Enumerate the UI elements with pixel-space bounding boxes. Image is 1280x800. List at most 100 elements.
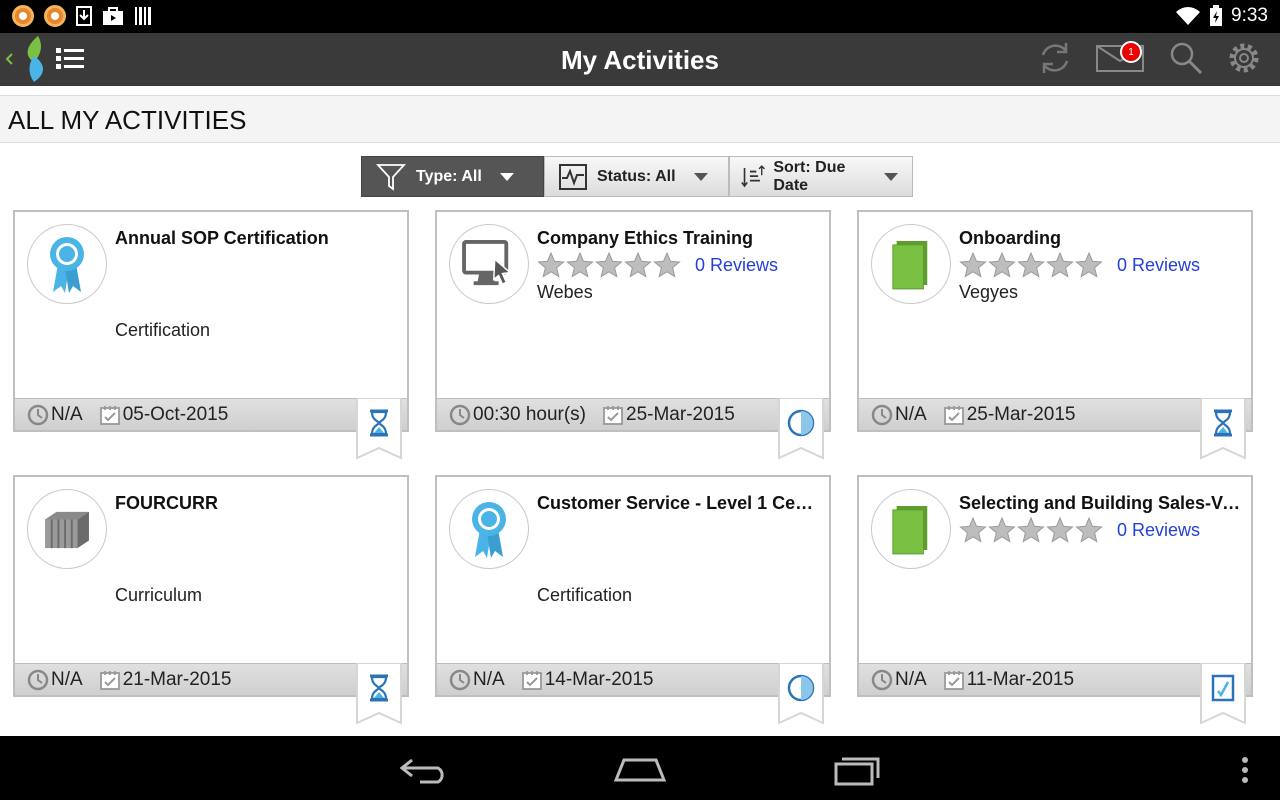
due-date: 05-Oct-2015: [122, 403, 229, 425]
activity-title: Customer Service - Level 1 Certification: [537, 493, 819, 513]
activity-card[interactable]: Onboarding 0 Reviews Vegyes N/A 25-Mar-2…: [857, 210, 1253, 432]
duration: N/A: [895, 668, 927, 690]
chevron-down-icon: [693, 172, 708, 181]
hourglass-icon: [355, 398, 403, 460]
sort-dropdown[interactable]: Sort: Due Date: [729, 156, 913, 197]
star-icon: [566, 252, 594, 278]
activity-type: Curriculum: [115, 585, 203, 605]
overflow-menu-icon[interactable]: [1240, 756, 1250, 784]
reviews-link[interactable]: 0 Reviews: [1117, 255, 1200, 276]
clock-icon: [27, 404, 49, 426]
due-date: 25-Mar-2015: [626, 403, 735, 425]
star-icon: [1046, 517, 1074, 543]
star-rating: [959, 252, 1103, 278]
activity-title: Company Ethics Training: [537, 228, 754, 248]
activity-title: Selecting and Building Sales-Value: [959, 493, 1241, 513]
hourglass-icon: [1199, 398, 1247, 460]
book-icon: [871, 489, 951, 569]
star-icon: [1017, 252, 1045, 278]
activity-card[interactable]: Customer Service - Level 1 Certification…: [435, 475, 831, 697]
star-icon: [959, 252, 987, 278]
store-icon: [103, 7, 123, 25]
type-filter-label: Type: All: [416, 167, 482, 185]
calendar-icon: [99, 669, 121, 691]
star-icon: [1017, 517, 1045, 543]
type-filter-dropdown[interactable]: Type: All: [361, 156, 544, 197]
due-date: 14-Mar-2015: [544, 668, 654, 690]
activity-card[interactable]: Annual SOP Certification Certification N…: [13, 210, 409, 432]
clock-icon: [27, 669, 49, 691]
star-icon: [624, 252, 652, 278]
ribbon-icon: [449, 489, 529, 569]
filter-bar: Type: All Status: All Sort: Due Date: [361, 156, 913, 197]
duration: N/A: [473, 668, 505, 690]
battery-icon: [1210, 5, 1223, 26]
reviews-link[interactable]: 0 Reviews: [695, 255, 778, 276]
action-bar: My Activities 1: [0, 33, 1280, 86]
back-icon[interactable]: [398, 754, 450, 784]
search-icon[interactable]: [1168, 40, 1204, 76]
sort-label: Sort: Due Date: [773, 158, 846, 194]
wifi-icon: [1176, 7, 1201, 25]
mail-count-badge: 1: [1120, 41, 1142, 63]
chevron-down-icon: [499, 172, 514, 181]
refresh-icon[interactable]: [1036, 39, 1074, 77]
activity-author: Vegyes: [959, 282, 1019, 302]
star-icon: [959, 517, 987, 543]
activity-title: FOURCURR: [115, 493, 218, 513]
activity-author: Webes: [537, 282, 593, 302]
star-rating: [537, 252, 681, 278]
reviews-link[interactable]: 0 Reviews: [1117, 520, 1200, 541]
star-icon: [1075, 517, 1103, 543]
half-circle-icon: [777, 663, 825, 725]
mail-button[interactable]: 1: [1096, 41, 1146, 73]
clock: 9:33: [1231, 5, 1268, 26]
computer-icon: [449, 224, 529, 304]
activity-card[interactable]: FOURCURR Curriculum N/A 21-Mar-2015: [13, 475, 409, 697]
chevron-down-icon: [884, 172, 898, 181]
status-filter-dropdown[interactable]: Status: All: [544, 156, 729, 197]
recent-apps-icon[interactable]: [832, 752, 882, 786]
checklist-icon: [1199, 663, 1247, 725]
star-icon: [988, 517, 1016, 543]
star-icon: [1075, 252, 1103, 278]
clock-icon: [449, 404, 471, 426]
activity-card[interactable]: Company Ethics Training 0 Reviews Webes …: [435, 210, 831, 432]
card-footer: N/A 21-Mar-2015: [15, 663, 407, 695]
activity-card[interactable]: Selecting and Building Sales-Value 0 Rev…: [857, 475, 1253, 697]
clock-icon: [871, 404, 893, 426]
rating[interactable]: 0 Reviews: [959, 517, 1200, 543]
home-icon[interactable]: [612, 754, 668, 784]
due-date: 25-Mar-2015: [966, 403, 1076, 425]
status-bar: 9:33: [0, 0, 1280, 33]
activity-type: Certification: [537, 585, 633, 605]
due-date: 11-Mar-2015: [966, 668, 1075, 690]
hourglass-icon: [355, 663, 403, 725]
download-icon: [76, 6, 92, 26]
star-icon: [1046, 252, 1074, 278]
funnel-icon: [376, 163, 406, 191]
section-header: ALL MY ACTIVITIES: [0, 95, 1280, 143]
due-date: 21-Mar-2015: [122, 668, 232, 690]
sort-icon: [741, 164, 765, 187]
card-footer: N/A 14-Mar-2015: [437, 663, 829, 695]
activity-title: Annual SOP Certification: [115, 228, 329, 248]
rating[interactable]: 0 Reviews: [537, 252, 778, 278]
calendar-icon: [943, 669, 965, 691]
duration: 00:30 hour(s): [473, 403, 587, 425]
card-footer: 00:30 hour(s) 25-Mar-2015: [437, 398, 829, 430]
half-circle-icon: [777, 398, 825, 460]
card-footer: N/A 11-Mar-2015: [859, 663, 1251, 695]
gear-icon[interactable]: [1226, 40, 1262, 76]
notification-app-icon: [44, 5, 66, 27]
rating[interactable]: 0 Reviews: [959, 252, 1200, 278]
barcode-icon: [135, 7, 151, 25]
curriculum-icon: [27, 489, 107, 569]
star-icon: [595, 252, 623, 278]
star-icon: [988, 252, 1016, 278]
calendar-icon: [602, 404, 624, 426]
duration: N/A: [895, 403, 927, 425]
status-chart-icon: [559, 163, 587, 190]
calendar-icon: [521, 669, 543, 691]
section-title: ALL MY ACTIVITIES: [8, 105, 247, 135]
